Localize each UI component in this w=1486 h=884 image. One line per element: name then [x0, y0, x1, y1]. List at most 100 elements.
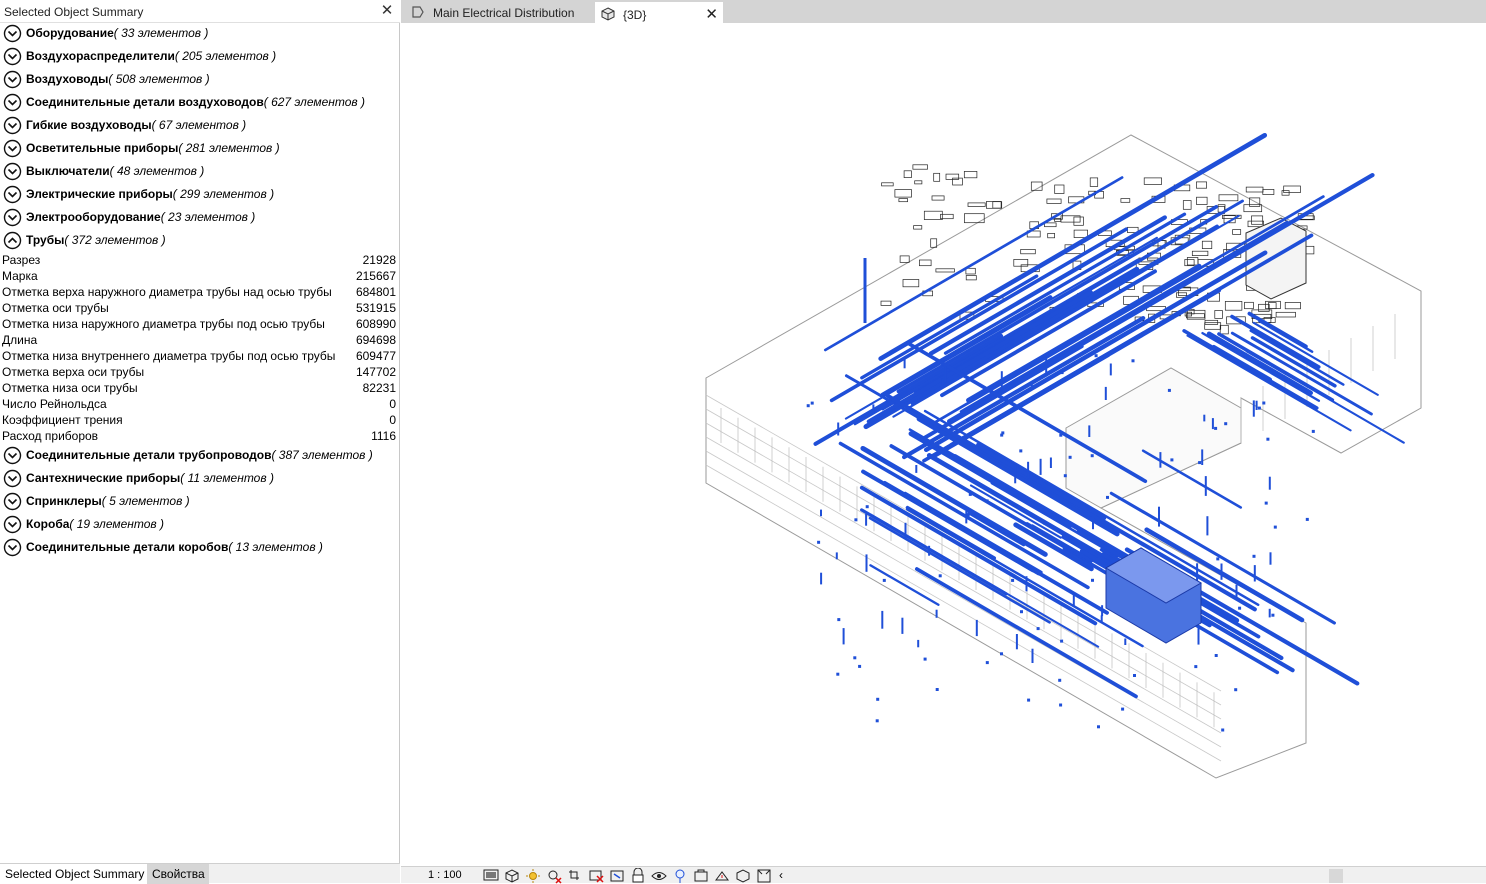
chevron-down-icon[interactable] — [3, 208, 22, 227]
category-row[interactable]: Гибкие воздуховоды( 67 элементов ) — [0, 114, 400, 137]
fitting — [1101, 547, 1105, 551]
chevron-down-icon[interactable] — [3, 515, 22, 534]
category-row[interactable]: Спринклеры( 5 элементов ) — [0, 490, 400, 513]
category-row[interactable]: Воздухораспределители( 205 элементов ) — [0, 45, 400, 68]
chevron-down-icon[interactable] — [3, 538, 22, 557]
chevron-down-icon[interactable] — [3, 47, 22, 66]
chevron-down-icon[interactable] — [3, 162, 22, 181]
chevron-down-icon[interactable] — [3, 185, 22, 204]
category-row[interactable]: Электрооборудование( 23 элементов ) — [0, 206, 400, 229]
close-icon[interactable]: ✕ — [705, 5, 718, 23]
highlight-displacement-icon[interactable] — [712, 867, 732, 883]
fitting — [1170, 458, 1174, 462]
category-row[interactable]: Короба( 19 элементов ) — [0, 513, 400, 536]
fitting — [985, 499, 989, 503]
category-row[interactable]: Осветительные приборы( 281 элементов ) — [0, 137, 400, 160]
equipment-detail — [992, 201, 1003, 209]
tab-properties[interactable]: Свойства — [147, 864, 209, 884]
category-count: ( 13 элементов ) — [228, 540, 323, 554]
temporary-hide-icon[interactable] — [628, 867, 648, 883]
category-count: ( 23 элементов ) — [160, 210, 256, 224]
category-count: ( 67 элементов ) — [151, 118, 247, 132]
fitting — [876, 697, 880, 701]
chevron-down-icon[interactable] — [3, 116, 22, 135]
scrollbar-thumb[interactable] — [1329, 869, 1343, 883]
chevron-down-icon[interactable] — [3, 70, 22, 89]
3d-view-icon — [601, 7, 615, 21]
category-name: Короба — [26, 517, 70, 531]
fitting — [938, 574, 942, 578]
category-row[interactable]: Соединительные детали воздуховодов( 627 … — [0, 91, 400, 114]
panel-bottom-tabs: Selected Object Summary Свойства — [0, 863, 400, 884]
chevron-down-icon[interactable] — [3, 24, 22, 43]
detail-level-icon[interactable] — [481, 867, 501, 883]
category-row[interactable]: Электрические приборы( 299 элементов ) — [0, 183, 400, 206]
chevron-down-icon[interactable] — [3, 139, 22, 158]
close-icon[interactable]: ✕ — [379, 3, 395, 19]
document-tab-bar: Main Electrical Distribution {3D} ✕ — [401, 0, 1486, 23]
fitting — [1133, 674, 1136, 677]
fitting — [1027, 698, 1031, 702]
fitting — [1305, 517, 1309, 521]
category-row[interactable]: Оборудование( 33 элементов ) — [0, 22, 400, 45]
property-row: Отметка верха наружного диаметра трубы н… — [0, 284, 400, 300]
property-row: Отметка низа наружного диаметра трубы по… — [0, 316, 400, 332]
chevron-down-icon[interactable] — [3, 469, 22, 488]
category-row[interactable]: Трубы( 372 элементов ) — [0, 229, 400, 252]
property-value: 608990 — [355, 317, 396, 331]
show-crop-icon[interactable] — [586, 867, 606, 883]
collapse-arrow-icon[interactable]: ‹ — [779, 868, 783, 882]
reveal-hidden-icon[interactable] — [649, 867, 669, 883]
equipment-detail — [912, 164, 928, 170]
fitting — [1214, 654, 1218, 657]
crop-view-icon[interactable] — [565, 867, 585, 883]
visual-style-icon[interactable] — [502, 867, 522, 883]
shadows-icon[interactable] — [544, 867, 564, 884]
category-label: Выключатели( 48 элементов ) — [26, 164, 204, 178]
fitting — [1262, 401, 1266, 405]
3d-model-viewport[interactable] — [401, 23, 1486, 868]
equipment-detail — [913, 225, 923, 230]
category-count: ( 5 элементов ) — [101, 494, 190, 508]
tab-main-electrical-distribution[interactable]: Main Electrical Distribution — [405, 2, 593, 23]
category-row[interactable]: Воздуховоды( 508 элементов ) — [0, 68, 400, 91]
fitting — [1059, 433, 1063, 437]
property-row: Разрез 21928 — [0, 252, 400, 268]
tab-selected-object-summary[interactable]: Selected Object Summary — [0, 864, 147, 884]
unlock-3d-view-icon[interactable] — [607, 867, 627, 883]
fitting — [1271, 613, 1275, 617]
chevron-down-icon[interactable] — [3, 93, 22, 112]
category-name: Осветительные приборы — [26, 141, 179, 155]
fitting — [1131, 359, 1135, 363]
fitting — [1098, 557, 1101, 561]
section-box-icon[interactable] — [754, 867, 774, 883]
tab-3d-view[interactable]: {3D} ✕ — [595, 2, 723, 23]
fitting — [810, 401, 814, 405]
fitting — [858, 664, 862, 668]
building-3d-model[interactable] — [401, 23, 1486, 868]
category-label: Соединительные детали коробов( 13 элемен… — [26, 540, 323, 554]
equipment-detail — [1283, 185, 1301, 193]
chevron-down-icon[interactable] — [3, 492, 22, 511]
temporary-view-properties-icon[interactable] — [670, 867, 690, 883]
chevron-up-icon[interactable] — [3, 231, 22, 250]
category-row[interactable]: Соединительные детали коробов( 13 элемен… — [0, 536, 400, 559]
analytical-model-icon[interactable] — [691, 867, 711, 883]
tab-label: Main Electrical Distribution — [433, 6, 575, 20]
fitting — [817, 540, 821, 544]
show-constraints-icon[interactable] — [733, 867, 753, 883]
sun-path-icon[interactable] — [523, 867, 543, 883]
fitting — [1060, 371, 1064, 375]
fitting — [1011, 578, 1015, 582]
category-name: Соединительные детали воздуховодов — [26, 95, 264, 109]
category-row[interactable]: Сантехнические приборы( 11 элементов ) — [0, 467, 400, 490]
fitting — [1019, 449, 1023, 453]
category-label: Спринклеры( 5 элементов ) — [26, 494, 190, 508]
category-row[interactable]: Соединительные детали трубопроводов( 387… — [0, 444, 400, 467]
category-name: Трубы — [26, 233, 65, 247]
category-row[interactable]: Выключатели( 48 элементов ) — [0, 160, 400, 183]
scale-selector[interactable]: 1 : 100 — [428, 869, 462, 881]
chevron-down-icon[interactable] — [3, 446, 22, 465]
fitting — [985, 661, 989, 665]
fitting — [1000, 652, 1003, 656]
